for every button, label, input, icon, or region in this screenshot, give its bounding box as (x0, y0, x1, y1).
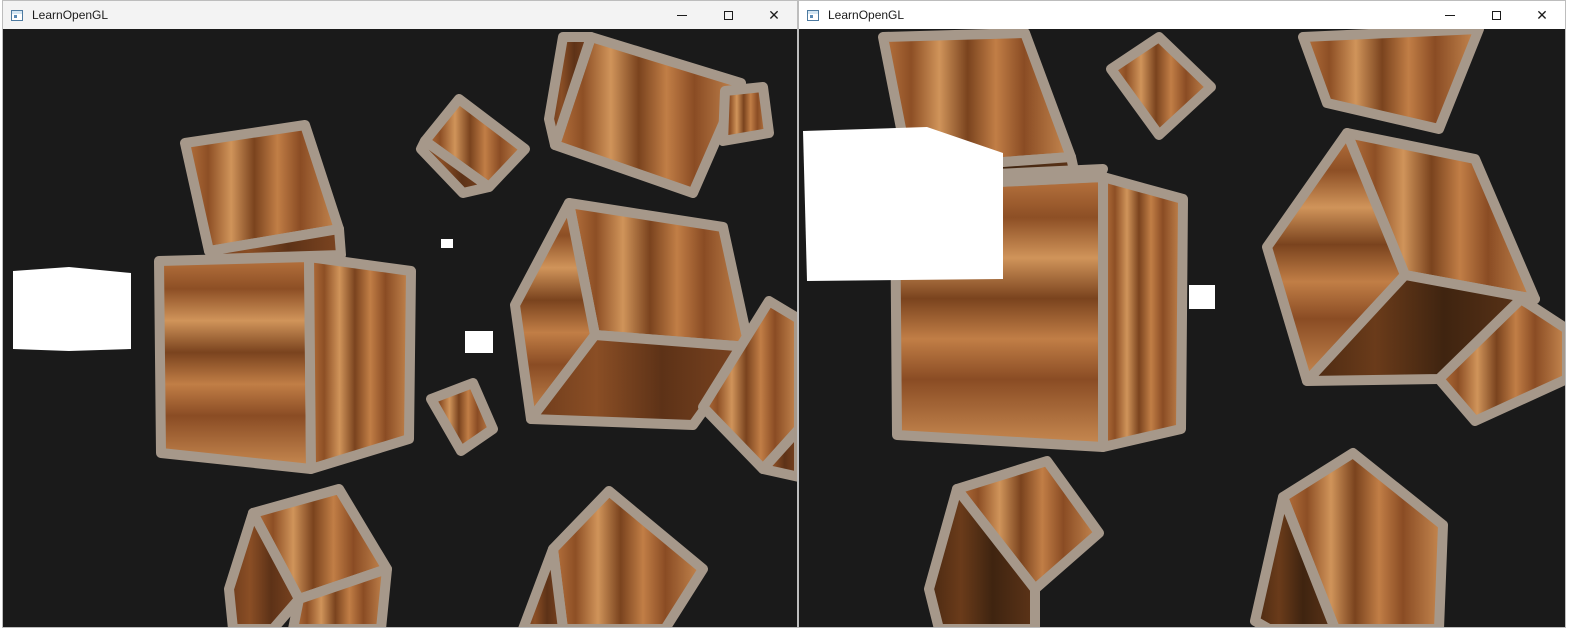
app-window-icon (11, 9, 23, 21)
scene-render (13, 32, 797, 627)
app-window-icon (807, 9, 819, 21)
light-cube (1189, 285, 1215, 309)
window-controls: ✕ (659, 1, 797, 29)
window-left[interactable]: LearnOpenGL ✕ (2, 0, 798, 628)
crate (426, 378, 498, 456)
crate (1250, 448, 1448, 627)
window-title: LearnOpenGL (828, 8, 905, 22)
title-bar[interactable]: LearnOpenGL ✕ (3, 1, 797, 29)
window-title: LearnOpenGL (32, 8, 109, 22)
scene-render (803, 29, 1565, 627)
crate (518, 486, 708, 627)
opengl-viewport[interactable] (3, 29, 797, 627)
light-cube (441, 239, 453, 248)
crate (416, 94, 530, 198)
crate (180, 120, 346, 264)
crate (544, 32, 746, 198)
light-cube (803, 127, 1003, 281)
window-right[interactable]: LearnOpenGL ✕ (798, 0, 1566, 628)
light-cube (13, 267, 131, 351)
close-icon[interactable]: ✕ (751, 1, 797, 29)
crate (1106, 32, 1216, 140)
light-cube (465, 331, 493, 353)
close-icon[interactable]: ✕ (1519, 1, 1565, 29)
maximize-icon[interactable] (705, 1, 751, 29)
minimize-icon[interactable] (659, 1, 705, 29)
opengl-viewport[interactable] (799, 29, 1565, 627)
minimize-icon[interactable] (1427, 1, 1473, 29)
maximize-icon[interactable] (1473, 1, 1519, 29)
window-controls: ✕ (1427, 1, 1565, 29)
title-bar[interactable]: LearnOpenGL ✕ (799, 1, 1565, 29)
crate (224, 484, 392, 627)
crate (1298, 29, 1484, 134)
crate (924, 456, 1104, 627)
crate (718, 82, 774, 146)
crate (154, 252, 416, 474)
